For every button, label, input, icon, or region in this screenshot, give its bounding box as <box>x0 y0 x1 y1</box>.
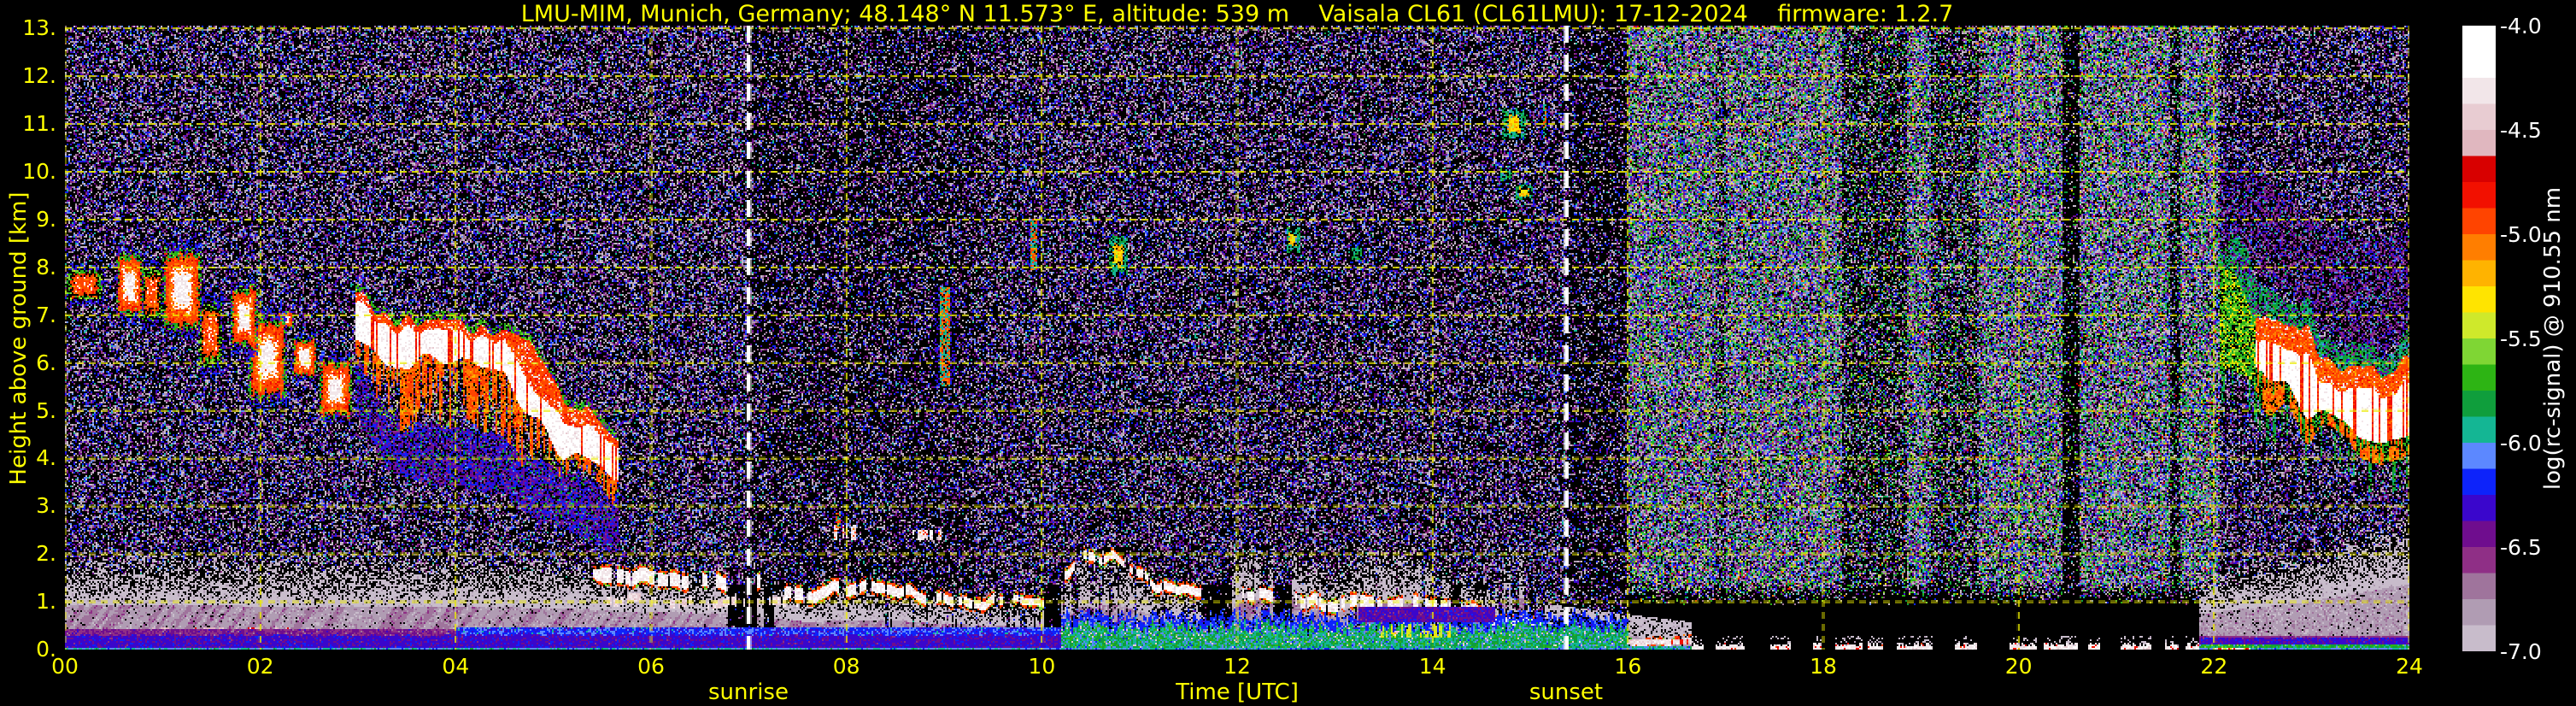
x-tick-label: 04 <box>442 654 470 679</box>
colorbar <box>2462 26 2496 651</box>
colorbar-tick-label: -5.0 <box>2500 222 2542 247</box>
y-tick-label: 6. <box>36 350 56 375</box>
x-tick-label: 08 <box>832 654 860 679</box>
x-tick-label: 24 <box>2396 654 2423 679</box>
sunrise-annotation: sunrise <box>708 680 789 705</box>
x-tick-label: 02 <box>246 654 274 679</box>
y-tick-label: 8. <box>36 254 56 279</box>
y-tick-label: 13. <box>22 15 56 41</box>
colorbar-tick-label: -6.5 <box>2500 535 2542 560</box>
colorbar-tick-label: -7.0 <box>2500 639 2542 664</box>
y-tick-label: 4. <box>36 445 56 471</box>
x-tick-label: 12 <box>1223 654 1251 679</box>
colorbar-tick-label: -4.5 <box>2500 118 2542 143</box>
sunset-annotation: sunset <box>1529 680 1604 705</box>
colorbar-label: log(rc-signal) @ 910.55 nm <box>2540 186 2566 491</box>
y-tick-label: 0. <box>36 637 56 662</box>
x-tick-label: 10 <box>1028 654 1056 679</box>
y-axis-label: Height above ground [km] <box>6 191 32 485</box>
y-tick-label: 7. <box>36 302 56 327</box>
y-tick-label: 11. <box>22 111 56 137</box>
y-tick-label: 12. <box>22 63 56 89</box>
y-tick-label: 1. <box>36 589 56 615</box>
x-tick-label: 16 <box>1614 654 1642 679</box>
colorbar-tick-label: -6.0 <box>2500 431 2542 456</box>
x-tick-label: 00 <box>51 654 79 679</box>
x-tick-label: 14 <box>1418 654 1446 679</box>
x-tick-label: 06 <box>637 654 665 679</box>
ceilometer-quicklook: LMU-MIM, Munich, Germany; 48.148° N 11.5… <box>0 0 2576 706</box>
y-tick-label: 3. <box>36 493 56 519</box>
y-tick-label: 2. <box>36 541 56 567</box>
y-tick-label: 9. <box>36 206 56 232</box>
x-tick-label: 20 <box>2004 654 2033 679</box>
colorbar-tick-label: -4.0 <box>2500 14 2542 38</box>
page-title: LMU-MIM, Munich, Germany; 48.148° N 11.5… <box>520 1 1954 27</box>
x-tick-label: 18 <box>1810 654 1837 679</box>
y-tick-label: 10. <box>22 159 56 185</box>
heatmap-canvas <box>65 26 2409 650</box>
y-tick-label: 5. <box>36 397 56 423</box>
colorbar-tick-label: -5.5 <box>2500 327 2542 351</box>
x-axis-label: Time [UTC] <box>1176 680 1299 705</box>
x-tick-label: 22 <box>2200 654 2228 679</box>
